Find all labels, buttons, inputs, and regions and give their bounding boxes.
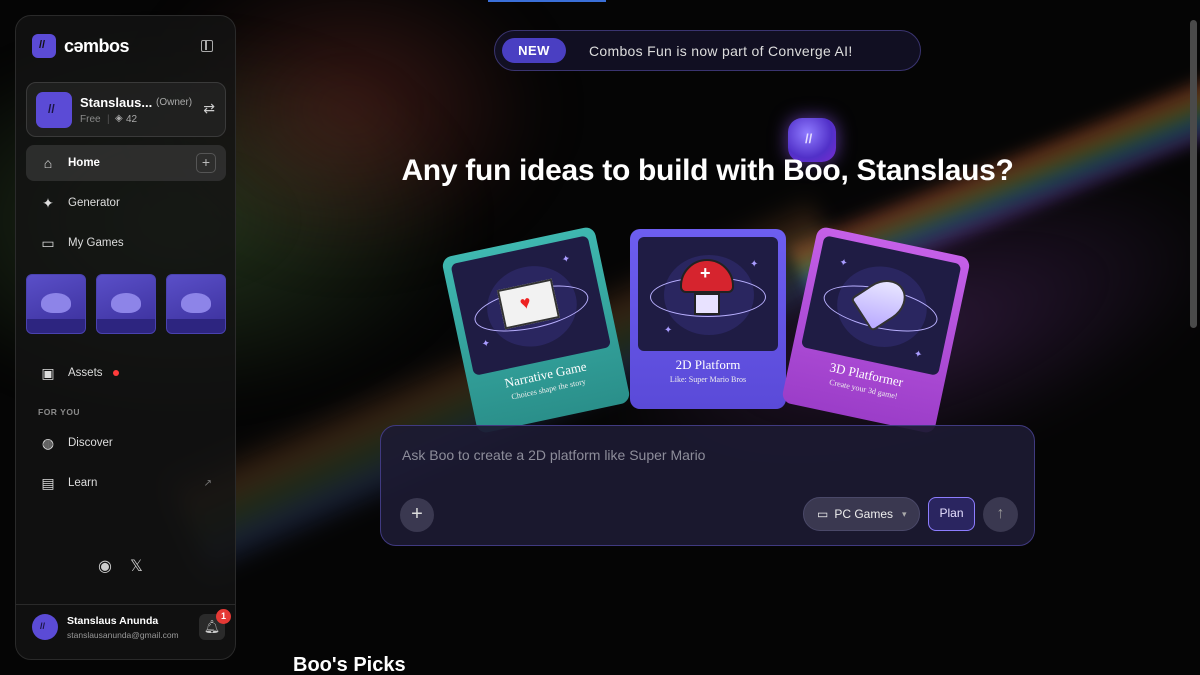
sidebar: // cəmbos // Stanslaus... (Owner) Free |… (15, 15, 236, 660)
card-artwork: ✦ ✦ (638, 237, 778, 351)
prompt-input[interactable]: Ask Boo to create a 2D platform like Sup… (402, 447, 705, 463)
sparkle-icon: ✦ (480, 337, 492, 351)
top-progress-line (488, 0, 606, 2)
game-thumbnail[interactable] (166, 274, 226, 334)
sidebar-item-label: Discover (68, 437, 113, 449)
gamepad-icon: ▭ (41, 234, 55, 251)
sidebar-collapse-icon[interactable] (201, 40, 213, 52)
image-icon: ▣ (41, 364, 55, 381)
workspace-avatar: // (36, 92, 72, 128)
book-icon: ▤ (41, 474, 55, 491)
social-links: ◉ 𝕏 (98, 556, 143, 576)
sparkle-icon: ✦ (664, 325, 673, 336)
sparkle-icon: ✦ (560, 253, 572, 266)
card-title: 2D Platform (675, 357, 741, 372)
sparkle-icon: ✦ (912, 348, 924, 362)
chevron-down-icon: ▾ (902, 508, 907, 519)
card-artwork: ✦ ✦ (800, 235, 962, 376)
divider (16, 604, 235, 605)
template-card-2d-platform[interactable]: ✦ ✦ 2D Platform Like: Super Mario Bros (630, 229, 786, 409)
discord-icon[interactable]: ◉ (98, 556, 112, 576)
sidebar-item-label: Generator (68, 197, 120, 209)
platform-select-label: PC Games (834, 507, 894, 521)
account-points: 42 (126, 114, 138, 125)
sidebar-item-assets[interactable]: ▣ Assets (26, 355, 226, 391)
account-role: (Owner) (156, 97, 193, 108)
sidebar-item-discover[interactable]: ◍ Discover (26, 425, 226, 461)
sparkle-icon: ✦ (838, 257, 849, 270)
mushroom-stem (694, 293, 720, 315)
avatar: // (32, 614, 58, 640)
add-attachment-button[interactable]: + (400, 498, 434, 532)
account-separator: | (107, 114, 110, 125)
sidebar-item-my-games[interactable]: ▭ My Games (26, 225, 226, 261)
announcement-banner[interactable]: NEW Combos Fun is now part of Converge A… (494, 30, 921, 71)
section-heading-picks: Boo's Picks (293, 654, 406, 675)
user-email: stanslausanunda@gmail.com (67, 630, 179, 640)
sidebar-item-label: Assets (68, 367, 103, 379)
announcement-message: Combos Fun is now part of Converge AI! (589, 43, 853, 59)
platform-select[interactable]: ▭ PC Games ▾ (803, 497, 920, 531)
send-button[interactable]: ↑ (983, 497, 1018, 532)
controller-icon: ◍ (41, 434, 55, 451)
account-plan: Free (80, 114, 101, 125)
user-name: Stanslaus Anunda (67, 615, 159, 627)
page-title: Any fun ideas to build with Boo, Stansla… (401, 154, 1014, 187)
game-thumbnail[interactable] (26, 274, 86, 334)
assets-notification-dot (112, 370, 119, 376)
game-thumbnail[interactable] (96, 274, 156, 334)
external-link-icon: ↗ (203, 477, 212, 489)
card-subtitle: Like: Super Mario Bros (669, 375, 747, 384)
sidebar-item-label: Learn (68, 477, 98, 489)
account-switcher[interactable]: // Stanslaus... (Owner) Free | ◈ 42 ⇄ (26, 82, 226, 137)
sidebar-item-generator[interactable]: ✦ Generator (26, 185, 226, 221)
plan-button[interactable]: Plan (928, 497, 975, 531)
sidebar-item-label: My Games (68, 237, 124, 249)
account-name: Stanslaus... (80, 95, 153, 110)
section-label-for-you: FOR YOU (38, 407, 81, 417)
gem-icon: ◈ (115, 113, 123, 124)
sparkle-icon: ✦ (42, 194, 54, 211)
logo-text: cəmbos (64, 35, 130, 56)
logo-mark-icon: // (32, 34, 56, 58)
monitor-icon: ▭ (817, 507, 829, 521)
recent-games (26, 274, 226, 334)
prompt-box: Ask Boo to create a 2D platform like Sup… (380, 425, 1035, 546)
notification-badge: 1 (216, 609, 231, 624)
sparkle-icon: ✦ (750, 259, 759, 270)
new-badge: NEW (502, 38, 566, 63)
sidebar-item-learn[interactable]: ▤ Learn ↗ (26, 465, 226, 501)
x-icon[interactable]: 𝕏 (130, 556, 143, 576)
card-artwork: ✦ ✦ (450, 235, 612, 376)
switch-account-icon[interactable]: ⇄ (203, 100, 215, 117)
logo[interactable]: // cəmbos (32, 34, 130, 58)
scrollbar[interactable] (1190, 20, 1197, 328)
